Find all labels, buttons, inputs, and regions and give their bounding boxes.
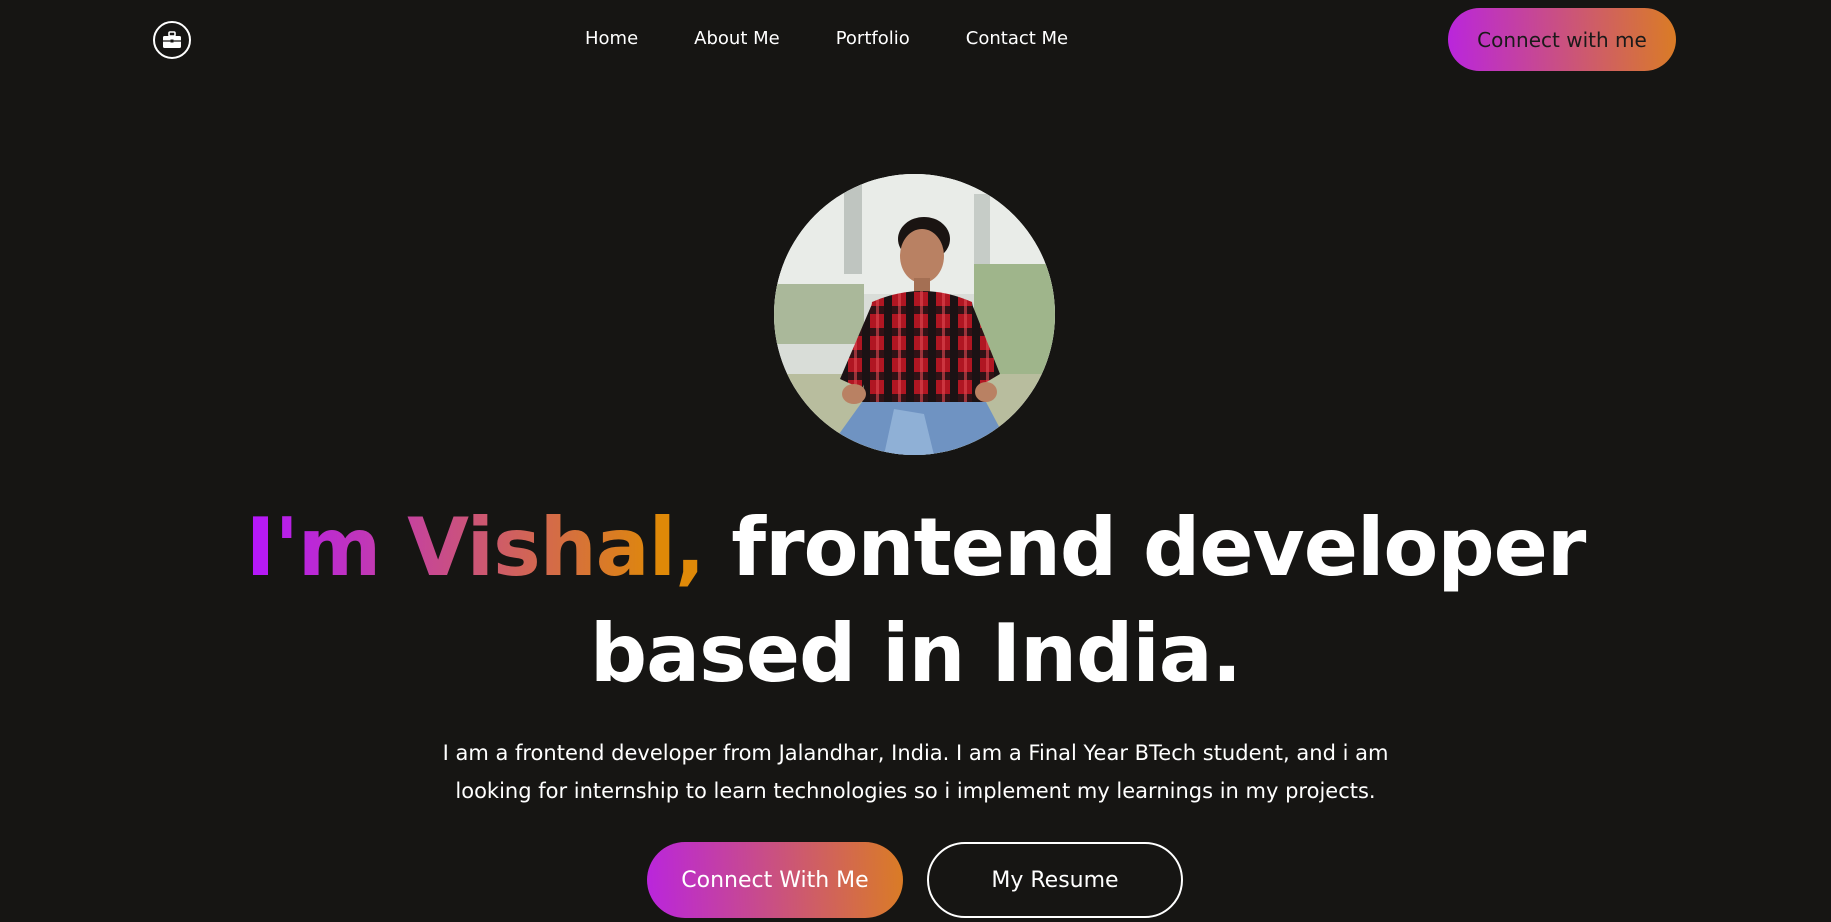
headline-role: frontend developer xyxy=(704,501,1586,594)
my-resume-button[interactable]: My Resume xyxy=(927,842,1183,918)
hero-headline: I'm Vishal, frontend developer based in … xyxy=(0,495,1831,707)
intro-line-2: looking for internship to learn technolo… xyxy=(455,779,1376,803)
profile-avatar xyxy=(774,174,1055,455)
intro-line-1: I am a frontend developer from Jalandhar… xyxy=(442,741,1389,765)
hero-section: I'm Vishal, frontend developer based in … xyxy=(0,0,1831,922)
headline-line-2: based in India. xyxy=(589,607,1242,700)
hero-actions: Connect With Me My Resume xyxy=(647,842,1183,918)
headline-name: I'm Vishal, xyxy=(245,501,706,594)
connect-with-me-button[interactable]: Connect With Me xyxy=(647,842,903,918)
headline-line-1: I'm Vishal, frontend developer xyxy=(0,495,1831,601)
hero-intro: I am a frontend developer from Jalandhar… xyxy=(0,734,1831,810)
